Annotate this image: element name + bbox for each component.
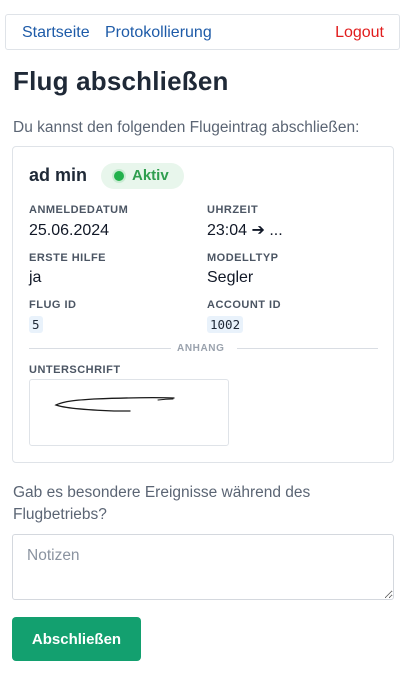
modelltyp-label: MODELLTYP <box>207 252 279 264</box>
nav-link-protokollierung[interactable]: Protokollierung <box>105 24 212 42</box>
intro-text: Du kannst den folgenden Flugeintrag absc… <box>13 119 360 136</box>
anmeldedatum-label: ANMELDEDATUM <box>29 204 129 216</box>
divider-right <box>237 348 378 349</box>
account-id-label: ACCOUNT ID <box>207 299 282 311</box>
top-nav: Startseite Protokollierung Logout <box>5 14 400 50</box>
flug-id-label: FLUG ID <box>29 299 77 311</box>
uhrzeit-label: UHRZEIT <box>207 204 259 216</box>
modelltyp-value: Segler <box>207 269 254 286</box>
signature-label: UNTERSCHRIFT <box>29 364 121 376</box>
user-name: ad min <box>29 165 88 185</box>
abschliessen-button[interactable]: Abschließen <box>12 617 141 661</box>
attachment-divider-label: ANHANG <box>177 343 225 354</box>
flight-entry-card: ad min Aktiv ANMELDEDATUM 25.06.2024 UHR… <box>12 146 394 463</box>
status-label: Aktiv <box>132 167 169 184</box>
status-dot-icon <box>114 171 124 181</box>
status-badge: Aktiv <box>101 163 184 189</box>
erste-hilfe-value: ja <box>29 269 42 286</box>
logout-link[interactable]: Logout <box>335 24 384 42</box>
nav-link-startseite[interactable]: Startseite <box>22 24 90 42</box>
page-title: Flug abschließen <box>13 66 229 96</box>
account-id-value: 1002 <box>207 316 244 333</box>
flug-id-value: 5 <box>29 316 43 333</box>
events-question: Gab es besondere Ereignisse während des … <box>13 484 311 523</box>
uhrzeit-value: 23:04 ➔ ... <box>207 222 283 239</box>
signature-box <box>29 379 229 446</box>
signature-image <box>54 396 175 412</box>
divider-left <box>29 348 171 349</box>
notes-textarea[interactable] <box>12 534 394 600</box>
erste-hilfe-label: ERSTE HILFE <box>29 252 107 264</box>
anmeldedatum-value: 25.06.2024 <box>29 222 110 239</box>
